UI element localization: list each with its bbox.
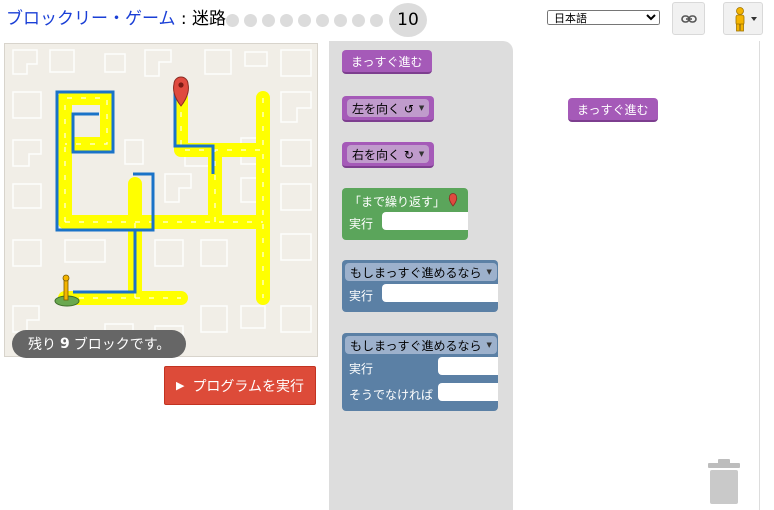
toolbox-turn-left-block[interactable]: 左を向く ↺ ▼ bbox=[342, 96, 435, 122]
turn-right-dropdown[interactable]: 右を向く ↻ ▼ bbox=[347, 145, 430, 163]
maze-app: ブロックリー・ゲーム : 迷路 10 日本語 残り 9 ブロックです。 ▶ プロ… bbox=[0, 0, 774, 510]
link-button[interactable] bbox=[672, 2, 705, 35]
if-else-do-slot bbox=[438, 357, 498, 375]
level-5-link[interactable] bbox=[298, 13, 311, 27]
if-do-label: 実行 bbox=[349, 289, 374, 303]
turn-right-label: 右を向く ↻ bbox=[352, 147, 414, 162]
run-program-button[interactable]: ▶ プログラムを実行 bbox=[164, 366, 316, 405]
title-link[interactable]: ブロックリー・ゲーム bbox=[6, 9, 176, 29]
level-4-link[interactable] bbox=[280, 13, 293, 27]
level-7-link[interactable] bbox=[334, 13, 347, 27]
language-select[interactable]: 日本語 bbox=[547, 10, 660, 25]
capacity-count: 9 bbox=[60, 336, 70, 352]
if-else-path-label: もしまっすぐ進めるなら bbox=[350, 338, 482, 353]
if-else-dropdown[interactable]: もしまっすぐ進めるなら ▼ bbox=[345, 336, 497, 354]
title-separator: : bbox=[175, 9, 193, 29]
pegman-icon bbox=[735, 6, 757, 31]
dropdown-arrow-icon: ▼ bbox=[418, 104, 425, 112]
if-else-do-label: 実行 bbox=[349, 362, 374, 376]
link-icon bbox=[680, 14, 697, 23]
toolbox-turn-right-block[interactable]: 右を向く ↻ ▼ bbox=[342, 142, 435, 168]
toolbox-if-else-block[interactable]: もしまっすぐ進めるなら ▼ 実行 そうでなければ bbox=[342, 333, 498, 411]
level-2-link[interactable] bbox=[244, 13, 257, 27]
title-app-name: 迷路 bbox=[192, 9, 227, 29]
finish-marker-icon bbox=[448, 193, 458, 207]
capacity-suffix: ブロックです。 bbox=[73, 337, 171, 353]
if-path-dropdown[interactable]: もしまっすぐ進めるなら ▼ bbox=[345, 263, 497, 281]
maze-path bbox=[58, 91, 270, 305]
else-statement-slot bbox=[438, 383, 498, 401]
turn-left-label: 左を向く ↺ bbox=[352, 101, 414, 116]
dropdown-arrow-icon: ▼ bbox=[418, 150, 425, 158]
maze-board bbox=[4, 43, 318, 357]
trash-icon[interactable] bbox=[706, 458, 742, 506]
if-path-label: もしまっすぐ進めるなら bbox=[350, 265, 482, 280]
capacity-prefix: 残り bbox=[28, 337, 56, 353]
dropdown-arrow-icon: ▼ bbox=[486, 341, 492, 349]
level-9-link[interactable] bbox=[370, 13, 383, 27]
blocks-remaining-badge: 残り 9 ブロックです。 bbox=[12, 330, 187, 358]
current-level-badge: 10 bbox=[389, 3, 427, 37]
level-6-link[interactable] bbox=[316, 13, 329, 27]
run-program-label: プログラムを実行 bbox=[192, 378, 305, 395]
dropdown-arrow-icon: ▼ bbox=[486, 268, 492, 276]
pegman-selector-button[interactable] bbox=[723, 2, 763, 35]
level-1-link[interactable] bbox=[226, 13, 239, 27]
toolbox-repeat-until-block[interactable]: 「まで繰り返す」 実行 bbox=[342, 188, 468, 240]
maze-path-dashes bbox=[64, 97, 264, 299]
turn-left-dropdown[interactable]: 左を向く ↺ ▼ bbox=[347, 99, 430, 117]
else-label: そうでなければ bbox=[349, 388, 434, 402]
level-3-link[interactable] bbox=[262, 13, 275, 27]
if-statement-slot bbox=[382, 284, 498, 302]
repeat-statement-slot bbox=[382, 212, 468, 230]
level-selector: 10 bbox=[226, 3, 427, 37]
move-forward-label: まっすぐ進む bbox=[351, 54, 423, 69]
repeat-do-label: 実行 bbox=[349, 217, 374, 231]
workspace-move-forward-label: まっすぐ進む bbox=[577, 102, 649, 117]
play-icon: ▶ bbox=[175, 379, 185, 392]
toolbox-if-path-block[interactable]: もしまっすぐ進めるなら ▼ 実行 bbox=[342, 260, 498, 312]
workspace-move-forward-block[interactable]: まっすぐ進む bbox=[568, 98, 658, 122]
page-title: ブロックリー・ゲーム : 迷路 bbox=[6, 8, 226, 30]
toolbox-move-forward-block[interactable]: まっすぐ進む bbox=[342, 50, 432, 74]
level-8-link[interactable] bbox=[352, 13, 365, 27]
repeat-until-label: 「まで繰り返す」 bbox=[349, 195, 446, 209]
maze-svg bbox=[12, 49, 312, 356]
